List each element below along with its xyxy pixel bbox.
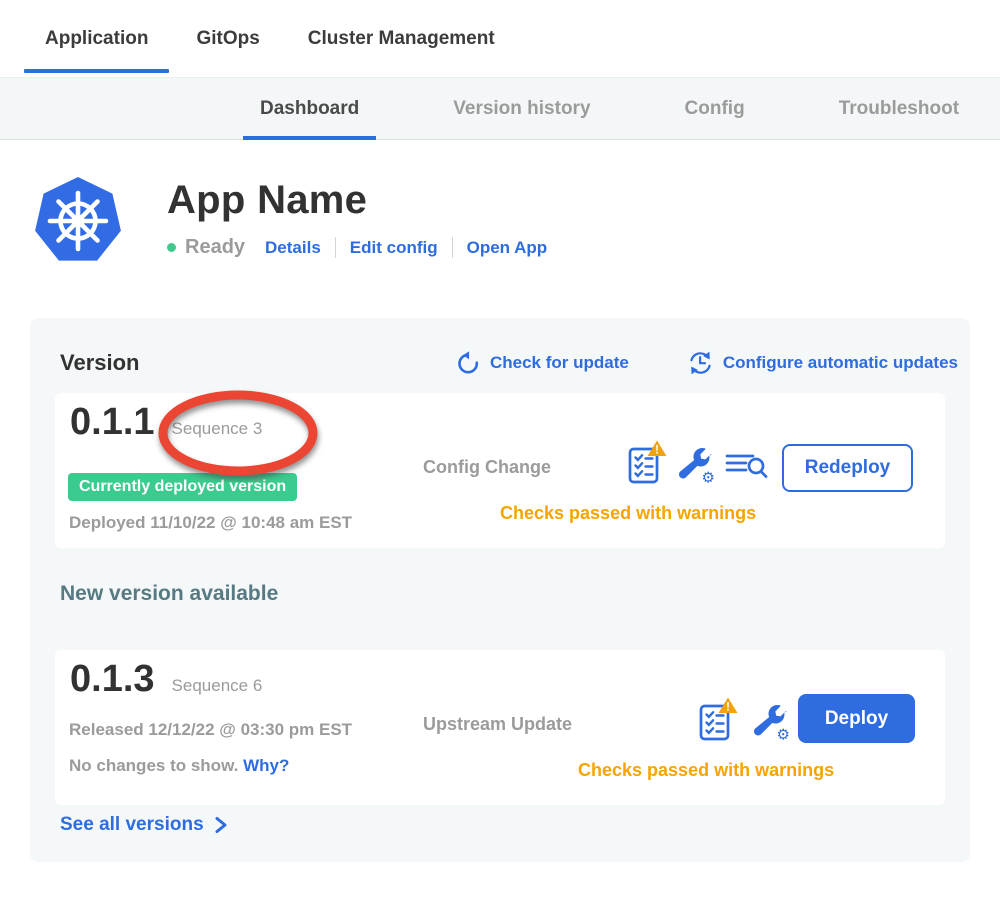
current-version-card: 0.1.1 Sequence 3 Currently deployed vers… xyxy=(55,393,945,548)
redeploy-button[interactable]: Redeploy xyxy=(782,444,913,492)
configure-automatic-updates-link[interactable]: Configure automatic updates xyxy=(687,350,958,376)
version-source-label: Config Change xyxy=(423,457,551,478)
svg-text:⚙: ⚙ xyxy=(777,727,790,743)
version-panel-actions: Check for update xyxy=(456,350,958,376)
open-app-link[interactable]: Open App xyxy=(467,238,548,258)
preflight-checks-warning-icon[interactable]: ! xyxy=(626,439,668,486)
available-version-row: 0.1.3 Sequence 6 xyxy=(70,658,262,701)
nav-item-application[interactable]: Application xyxy=(24,0,169,77)
released-timestamp: Released 12/12/22 @ 03:30 pm EST xyxy=(69,720,352,740)
currently-deployed-badge: Currently deployed version xyxy=(68,473,297,501)
available-version-number: 0.1.3 xyxy=(70,658,155,701)
nav-item-cluster-management[interactable]: Cluster Management xyxy=(287,0,516,77)
see-all-versions-label: See all versions xyxy=(60,814,204,836)
status-dot-icon xyxy=(167,243,176,252)
preflight-checks-warning-icon[interactable]: ! xyxy=(697,696,739,743)
available-version-card: 0.1.3 Sequence 6 Released 12/12/22 @ 03:… xyxy=(55,650,945,805)
deployed-timestamp: Deployed 11/10/22 @ 10:48 am EST xyxy=(69,513,352,533)
svg-text:!: ! xyxy=(726,701,730,713)
deploy-button[interactable]: Deploy xyxy=(798,694,915,743)
app-status: Ready xyxy=(185,236,245,259)
release-notes-icon[interactable] xyxy=(724,451,770,483)
version-panel: Version Check for update xyxy=(30,318,970,862)
svg-text:⚙: ⚙ xyxy=(702,470,715,486)
tab-troubleshoot[interactable]: Troubleshoot xyxy=(822,78,976,139)
current-version-check-icons: ! ⚙ xyxy=(626,439,770,486)
version-source-label: Upstream Update xyxy=(423,714,572,735)
configure-automatic-updates-label: Configure automatic updates xyxy=(723,353,958,373)
top-nav: Application GitOps Cluster Management xyxy=(0,0,1000,77)
checks-status-text: Checks passed with warnings xyxy=(578,760,834,781)
app-tab-bar: Dashboard Version history Config Trouble… xyxy=(0,77,1000,140)
no-changes-label: No changes to show. xyxy=(69,756,238,775)
current-version-sequence: Sequence 3 xyxy=(172,419,263,439)
available-version-check-icons: ! ⚙ xyxy=(697,696,790,743)
edit-config-link[interactable]: Edit config xyxy=(350,238,438,258)
svg-text:!: ! xyxy=(655,444,659,456)
available-version-sequence: Sequence 6 xyxy=(172,676,263,696)
chevron-right-icon xyxy=(214,815,228,835)
app-header-text: App Name Ready Details Edit config Open … xyxy=(167,176,547,266)
app-status-row: Ready Details Edit config Open App xyxy=(167,236,547,259)
new-version-heading: New version available xyxy=(60,582,278,606)
config-wrench-icon[interactable]: ⚙ xyxy=(677,447,715,485)
divider xyxy=(452,237,453,258)
divider xyxy=(335,237,336,258)
kubernetes-logo-icon xyxy=(33,176,123,266)
see-all-versions-link[interactable]: See all versions xyxy=(60,814,228,836)
tab-dashboard[interactable]: Dashboard xyxy=(243,78,376,139)
why-link[interactable]: Why? xyxy=(243,756,289,775)
current-version-row: 0.1.1 Sequence 3 xyxy=(70,401,262,444)
check-for-update-link[interactable]: Check for update xyxy=(456,351,629,376)
scheduled-refresh-icon xyxy=(687,350,714,376)
checks-status-text: Checks passed with warnings xyxy=(500,503,756,524)
config-wrench-icon[interactable]: ⚙ xyxy=(752,704,790,742)
current-version-number: 0.1.1 xyxy=(70,401,155,444)
page-title: App Name xyxy=(167,178,547,223)
check-for-update-label: Check for update xyxy=(490,353,629,373)
tab-version-history[interactable]: Version history xyxy=(436,78,607,139)
version-panel-title: Version xyxy=(60,350,139,376)
nav-item-gitops[interactable]: GitOps xyxy=(175,0,280,77)
no-changes-text: No changes to show. Why? xyxy=(69,756,289,776)
screen: Application GitOps Cluster Management Da… xyxy=(0,0,1000,898)
app-header: App Name Ready Details Edit config Open … xyxy=(33,176,547,266)
version-panel-header: Version Check for update xyxy=(60,350,958,376)
tab-config[interactable]: Config xyxy=(668,78,762,139)
details-link[interactable]: Details xyxy=(265,238,321,258)
refresh-icon xyxy=(456,351,481,376)
